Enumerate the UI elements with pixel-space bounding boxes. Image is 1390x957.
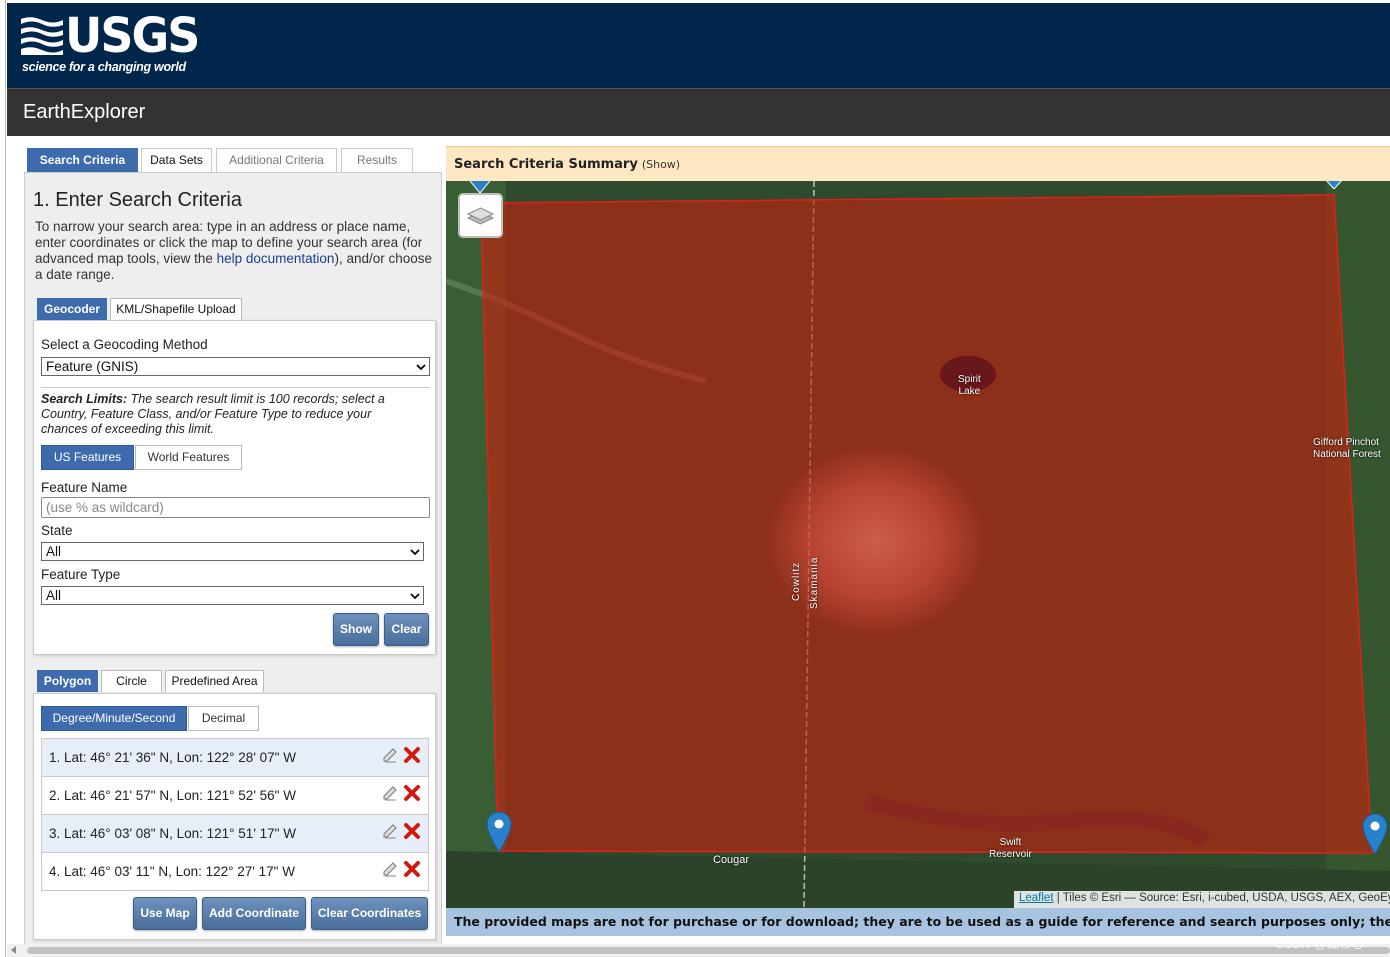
app-title[interactable]: EarthExplorer	[23, 101, 145, 124]
tab-polygon[interactable]: Polygon	[37, 670, 98, 692]
leaflet-link[interactable]: Leaflet	[1019, 892, 1054, 904]
usgs-wave-icon	[21, 17, 63, 55]
app-window: USGS science for a changing world EarthE…	[0, 0, 1390, 957]
coordinate-text: 3. Lat: 46° 03' 08" N, Lon: 121° 51' 17"…	[49, 826, 296, 841]
polygon-vertex-marker[interactable]	[1323, 181, 1345, 189]
tab-geocoder[interactable]: Geocoder	[37, 298, 107, 320]
coordinate-text: 4. Lat: 46° 03' 11" N, Lon: 122° 27' 17"…	[49, 864, 295, 879]
delete-icon[interactable]	[403, 822, 421, 840]
delete-icon[interactable]	[403, 746, 421, 764]
search-limits-title: Search Limits:	[41, 392, 128, 406]
polygon-vertex-marker[interactable]	[468, 181, 492, 193]
geocoding-method-label: Select a Geocoding Method	[41, 337, 208, 352]
edit-icon[interactable]	[381, 860, 399, 878]
edit-icon[interactable]	[381, 822, 399, 840]
map-label-skamania: Skamania	[809, 556, 820, 609]
map-disclaimer: The provided maps are not for purchase o…	[446, 908, 1390, 936]
tab-predefined-area[interactable]: Predefined Area	[165, 670, 264, 692]
state-value: All	[46, 544, 62, 559]
search-limits-note: Search Limits: The search result limit i…	[41, 392, 421, 437]
summary-title: Search Criteria Summary (Show)	[454, 157, 680, 172]
map-label-gifford-pinchot: Gifford Pinchot National Forest	[1313, 437, 1381, 461]
coordinate-text: 1. Lat: 46° 21' 36" N, Lon: 122° 28' 07"…	[49, 750, 296, 765]
map-label-line: Spirit	[958, 374, 981, 385]
usgs-logo[interactable]: USGS science for a changing world	[21, 7, 200, 79]
feature-name-input[interactable]: (use % as wildcard)	[41, 497, 430, 518]
geocoding-method-select[interactable]: Feature (GNIS)	[41, 357, 430, 376]
map-label-line: Swift	[999, 837, 1022, 848]
edit-icon[interactable]	[381, 746, 399, 764]
search-criteria-panel: 1. Enter Search Criteria To narrow your …	[24, 172, 442, 947]
summary-title-text: Search Criteria Summary	[454, 157, 638, 172]
scrollbar-thumb[interactable]	[27, 947, 1390, 954]
usgs-header: USGS science for a changing world	[7, 3, 1390, 88]
feature-type-value: All	[46, 588, 62, 603]
map-view[interactable]: Spirit Lake Gifford Pinchot National Fores…	[446, 181, 1390, 908]
coordinate-row: 4. Lat: 46° 03' 11" N, Lon: 122° 27' 17"…	[42, 853, 428, 891]
feature-type-select[interactable]: All	[41, 586, 424, 605]
map-label-line: Lake	[958, 386, 981, 397]
world-features-toggle[interactable]: World Features	[135, 445, 242, 470]
chevron-down-icon	[410, 593, 420, 600]
us-features-toggle[interactable]: US Features	[41, 445, 134, 470]
app-title-bar: EarthExplorer	[7, 88, 1390, 136]
delete-icon[interactable]	[403, 784, 421, 802]
geocoder-box: Select a Geocoding Method Feature (GNIS)…	[33, 320, 436, 655]
frame-left	[0, 0, 6, 957]
tab-circle[interactable]: Circle	[101, 670, 162, 692]
map-label-line: Reservoir	[989, 849, 1032, 860]
coordinate-list: 1. Lat: 46° 21' 36" N, Lon: 122° 28' 07"…	[41, 738, 429, 892]
divider	[41, 387, 430, 388]
usgs-wordmark: USGS	[65, 7, 200, 64]
decimal-toggle[interactable]: Decimal	[188, 706, 259, 731]
search-criteria-summary-bar: Search Criteria Summary (Show)	[446, 146, 1390, 181]
feature-type-label: Feature Type	[41, 567, 121, 582]
add-coordinate-button[interactable]: Add Coordinate	[202, 897, 306, 930]
dms-toggle[interactable]: Degree/Minute/Second	[41, 706, 187, 731]
scroll-left-arrow-icon[interactable]	[11, 946, 16, 954]
polygon-vertex-marker[interactable]	[486, 811, 512, 853]
map-label-line: National Forest	[1313, 449, 1381, 460]
coordinate-text: 2. Lat: 46° 21' 57" N, Lon: 121° 52' 56"…	[49, 788, 296, 803]
summary-show-link[interactable]: (Show)	[642, 158, 680, 171]
watermark: CSDN @红杉心	[1275, 937, 1365, 951]
geocoding-method-value: Feature (GNIS)	[46, 359, 139, 374]
tab-results[interactable]: Results	[341, 148, 413, 172]
horizontal-scrollbar[interactable]	[7, 944, 1390, 957]
chevron-down-icon	[410, 549, 420, 556]
coordinate-row: 2. Lat: 46° 21' 57" N, Lon: 121° 52' 56"…	[42, 777, 428, 815]
help-documentation-link[interactable]: help documentation	[217, 251, 335, 266]
state-select[interactable]: All	[41, 542, 424, 561]
feature-name-label: Feature Name	[41, 480, 128, 495]
map-attribution: Leaflet | Tiles © Esri — Source: Esri, i…	[1014, 891, 1390, 908]
state-label: State	[41, 523, 73, 538]
show-button[interactable]: Show	[333, 613, 379, 646]
map-label-line: Gifford Pinchot	[1313, 437, 1379, 448]
clear-button[interactable]: Clear	[384, 613, 429, 646]
map-label-spirit-lake: Spirit Lake	[958, 374, 981, 398]
usgs-tagline: science for a changing world	[22, 60, 186, 74]
layers-button[interactable]	[458, 193, 503, 238]
polygon-vertex-marker[interactable]	[1362, 813, 1388, 855]
tab-search-criteria[interactable]: Search Criteria	[27, 148, 138, 172]
coordinate-row: 3. Lat: 46° 03' 08" N, Lon: 121° 51' 17"…	[42, 815, 428, 853]
map-label-cougar: Cougar	[713, 854, 750, 866]
intro-text: To narrow your search area: type in an a…	[35, 219, 435, 283]
tab-kml-upload[interactable]: KML/Shapefile Upload	[110, 298, 242, 320]
polygon-box: Degree/Minute/Second Decimal 1. Lat: 46°…	[33, 693, 436, 940]
map-label-swift-reservoir: Swift Reservoir	[989, 837, 1032, 861]
edit-icon[interactable]	[381, 784, 399, 802]
attribution-text: | Tiles © Esri — Source: Esri, i-cubed, …	[1056, 892, 1390, 904]
layers-icon	[466, 207, 495, 225]
section-title: 1. Enter Search Criteria	[33, 189, 242, 211]
use-map-button[interactable]: Use Map	[133, 897, 197, 930]
chevron-down-icon	[416, 364, 426, 371]
coordinate-row: 1. Lat: 46° 21' 36" N, Lon: 122° 28' 07"…	[42, 739, 428, 777]
tab-data-sets[interactable]: Data Sets	[141, 148, 212, 172]
delete-icon[interactable]	[403, 860, 421, 878]
map-label-cowlitz: Cowlitz	[791, 561, 802, 601]
satellite-imagery	[446, 181, 1390, 908]
clear-coordinates-button[interactable]: Clear Coordinates	[311, 897, 428, 930]
tab-additional-criteria[interactable]: Additional Criteria	[216, 148, 337, 172]
